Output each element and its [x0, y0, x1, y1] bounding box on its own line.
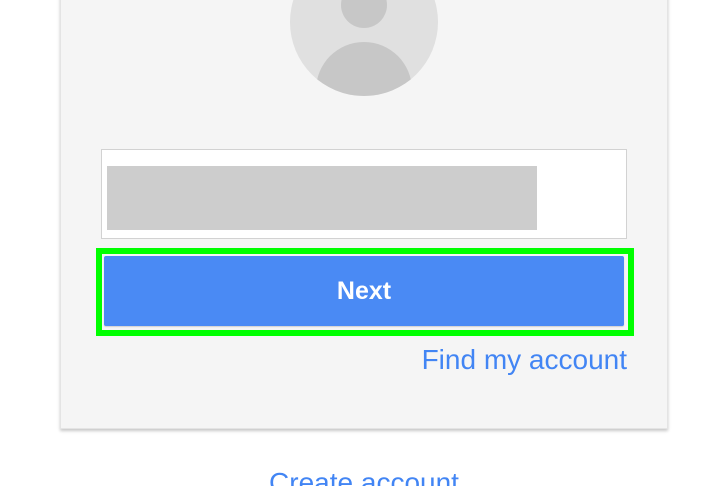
- next-button[interactable]: Next: [104, 256, 624, 326]
- avatar-head-shape: [341, 0, 387, 28]
- create-account-link[interactable]: Create account: [0, 466, 728, 486]
- avatar-body-shape: [316, 42, 412, 96]
- signin-page: Next Find my account Create account: [0, 0, 728, 486]
- find-my-account-link[interactable]: Find my account: [422, 344, 627, 376]
- redacted-email-value: [107, 166, 537, 230]
- email-field[interactable]: [101, 149, 627, 239]
